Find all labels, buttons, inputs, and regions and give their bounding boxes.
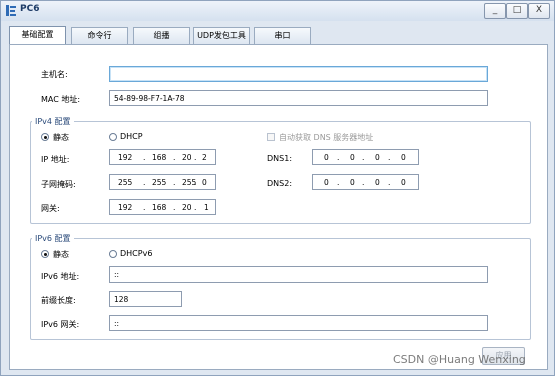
ipv6-dhcp-radio[interactable] (109, 250, 117, 258)
tab-basic-config[interactable]: 基础配置 (9, 26, 66, 45)
ipv4-static-radio[interactable] (41, 133, 49, 141)
dns1-octet-1: 0 (324, 153, 329, 162)
ipv6-static-label: 静态 (53, 250, 69, 259)
ipv6-gateway-label: IPv6 网关: (41, 320, 80, 329)
hostname-input[interactable] (109, 66, 488, 82)
dns1-octet-2: 0 (350, 153, 355, 162)
dns2-input[interactable]: 0 . 0 . 0 . 0 (312, 174, 419, 190)
prefix-length-label: 前缀长度: (41, 296, 76, 305)
title-bar: PC6 _ □ X (1, 1, 554, 21)
ip-address-label: IP 地址: (41, 155, 70, 164)
maximize-button[interactable]: □ (506, 3, 528, 19)
close-button[interactable]: X (528, 3, 550, 19)
tab-serial[interactable]: 串口 (254, 27, 311, 44)
gw-octet-1: 192 (118, 203, 133, 212)
mask-octet-1: 255 (118, 178, 133, 187)
gw-octet-3: 20 (182, 203, 192, 212)
ipv4-dhcp-radio[interactable] (109, 133, 117, 141)
ipv4-static-label: 静态 (53, 133, 69, 142)
dns2-octet-4: 0 (401, 178, 406, 187)
window-title: PC6 (20, 4, 40, 14)
dns2-octet-1: 0 (324, 178, 329, 187)
tab-multicast[interactable]: 组播 (133, 27, 190, 44)
ip-octet-1: 192 (118, 153, 133, 162)
ipv6-gateway-input[interactable]: :: (109, 315, 488, 331)
ipv6-address-label: IPv6 地址: (41, 272, 80, 281)
ip-octet-4: 2 (202, 153, 207, 162)
ipv4-legend: IPv4 配置 (32, 116, 74, 127)
subnet-mask-label: 子网掩码: (41, 180, 76, 189)
gateway-label: 网关: (41, 204, 60, 213)
ipv6-legend: IPv6 配置 (32, 233, 74, 244)
watermark: CSDN @Huang Wenxing (393, 353, 526, 366)
dns2-octet-2: 0 (350, 178, 355, 187)
dns2-label: DNS2: (267, 179, 293, 188)
ip-octet-2: 168 (152, 153, 167, 162)
ipv6-address-input[interactable]: :: (109, 266, 488, 283)
dns1-label: DNS1: (267, 154, 293, 163)
gw-octet-4: 1 (204, 203, 209, 212)
ipv4-dhcp-label: DHCP (120, 132, 143, 141)
auto-dns-checkbox[interactable] (267, 133, 275, 141)
mask-octet-4: 0 (202, 178, 207, 187)
dns1-octet-4: 0 (401, 153, 406, 162)
gateway-input[interactable]: 192 . 168 . 20 . 1 (109, 199, 216, 215)
dns1-input[interactable]: 0 . 0 . 0 . 0 (312, 149, 419, 165)
ipv6-static-radio[interactable] (41, 250, 49, 258)
hostname-label: 主机名: (41, 70, 68, 79)
minimize-button[interactable]: _ (484, 3, 506, 19)
mac-address-field[interactable]: 54-89-98-F7-1A-78 (109, 90, 488, 106)
ip-octet-3: 20 (182, 153, 192, 162)
mac-label: MAC 地址: (41, 95, 81, 104)
ipv6-dhcp-label: DHCPv6 (120, 249, 153, 258)
tab-command-line[interactable]: 命令行 (71, 27, 128, 44)
prefix-length-input[interactable]: 128 (109, 291, 182, 307)
auto-dns-label: 自动获取 DNS 服务器地址 (279, 133, 374, 142)
gw-octet-2: 168 (152, 203, 167, 212)
subnet-mask-input[interactable]: 255 . 255 . 255 . 0 (109, 174, 216, 190)
pc-app-icon (6, 5, 16, 16)
ip-address-input[interactable]: 192 . 168 . 20 . 2 (109, 149, 216, 165)
tab-udp-tool[interactable]: UDP发包工具 (193, 27, 250, 44)
dns1-octet-3: 0 (375, 153, 380, 162)
mask-octet-2: 255 (152, 178, 167, 187)
dns2-octet-3: 0 (375, 178, 380, 187)
